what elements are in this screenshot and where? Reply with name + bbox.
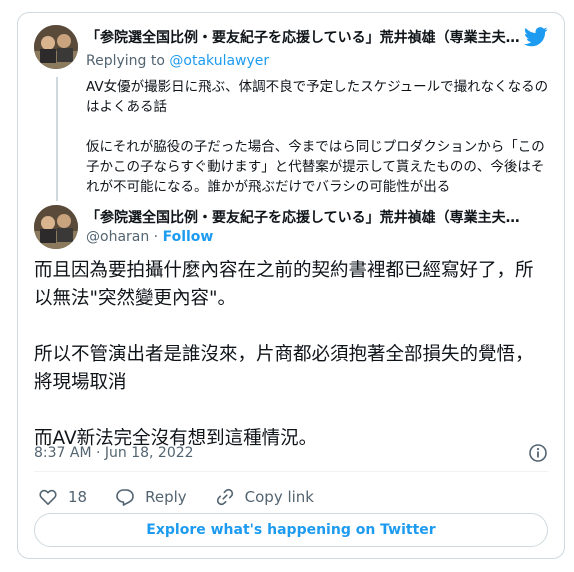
explore-button[interactable]: Explore what's happening on Twitter — [34, 513, 548, 547]
like-count: 18 — [68, 488, 88, 506]
reply-icon — [116, 489, 134, 506]
tweet-card: 「参院選全国比例・要友紀子を応援している」荒井禎雄（専業主夫を志す Replyi… — [17, 12, 565, 559]
like-button[interactable]: 18 — [38, 487, 87, 507]
display-name[interactable]: 「参院選全国比例・要友紀子を応援している」荒井禎雄（専業主夫… — [86, 207, 546, 227]
copy-link-button[interactable]: Copy link — [215, 487, 314, 507]
replying-to: Replying to @otakulawyer — [86, 53, 269, 69]
avatar[interactable] — [34, 25, 78, 69]
info-icon[interactable] — [528, 443, 548, 463]
replying-prefix: Replying to — [86, 53, 170, 69]
tweet-paragraph: 而且因為要拍攝什麼內容在之前的契約書裡都已經寫好了，所以無法"突然變更內容"。 — [34, 260, 534, 309]
tweet-paragraph: 所以不管演出者是誰沒來，片商都必須抱著全部損失的覺悟，將現場取消 — [34, 344, 534, 393]
tweet-paragraph: AV女優が撮影日に飛ぶ、体調不良で予定したスケジュールで撮れなくなるのはよくある… — [86, 79, 549, 115]
heart-icon — [39, 489, 57, 505]
display-name[interactable]: 「参院選全国比例・要友紀子を応援している」荒井禎雄（専業主夫を志す — [86, 27, 526, 47]
thread-line — [56, 77, 58, 201]
divider — [34, 471, 548, 472]
timestamp[interactable]: 8:37 AM · Jun 18, 2022 — [34, 445, 194, 461]
reply-label: Reply — [145, 488, 187, 506]
main-tweet-text: 而且因為要拍攝什麼內容在之前的契約書裡都已經寫好了，所以無法"突然變更內容"。 … — [34, 257, 538, 453]
handle-row: @oharan · Follow — [86, 229, 213, 245]
action-bar: 18 Reply Copy link — [38, 483, 342, 511]
handle[interactable]: @oharan — [86, 229, 149, 245]
replying-handle-link[interactable]: @otakulawyer — [169, 53, 269, 69]
link-icon — [216, 488, 233, 506]
reply-button[interactable]: Reply — [115, 487, 187, 507]
quoted-tweet-text: AV女優が撮影日に飛ぶ、体調不良で予定したスケジュールで撮れなくなるのはよくある… — [86, 77, 556, 197]
follow-button[interactable]: Follow — [163, 229, 214, 245]
tweet-paragraph: 仮にそれが脇役の子だった場合、今まではら同じプロダクションから「この子かこの子な… — [86, 139, 545, 195]
twitter-bird-icon[interactable] — [524, 27, 548, 47]
copy-link-label: Copy link — [244, 488, 314, 506]
avatar[interactable] — [34, 205, 78, 249]
separator: · — [149, 229, 163, 245]
